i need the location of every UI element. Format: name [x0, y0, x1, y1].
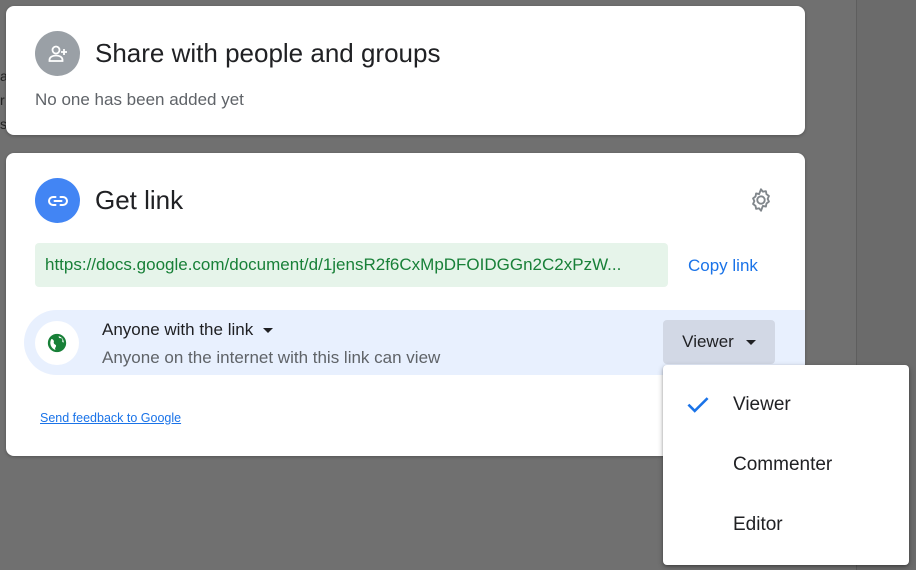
- share-card-title: Share with people and groups: [95, 38, 441, 68]
- link-icon: [35, 178, 80, 223]
- caret-down-icon: [745, 339, 756, 345]
- no-people-message: No one has been added yet: [35, 90, 244, 109]
- globe-icon: [35, 321, 79, 365]
- role-dropdown-button[interactable]: Viewer: [663, 320, 775, 364]
- link-access-dropdown[interactable]: Anyone with the link: [102, 320, 274, 340]
- share-url-field[interactable]: https://docs.google.com/document/d/1jens…: [35, 243, 668, 287]
- share-people-card: Share with people and groups No one has …: [6, 6, 805, 135]
- role-option-editor[interactable]: Editor: [663, 495, 909, 555]
- role-option-label: Viewer: [733, 394, 791, 415]
- link-access-description: Anyone on the internet with this link ca…: [102, 348, 441, 367]
- role-option-label: Editor: [733, 514, 783, 535]
- background-text-fragment: r: [0, 92, 5, 108]
- role-option-label: Commenter: [733, 454, 833, 475]
- role-option-viewer[interactable]: Viewer: [663, 375, 909, 435]
- get-link-title: Get link: [95, 185, 184, 215]
- caret-down-icon: [263, 327, 274, 333]
- copy-link-button[interactable]: Copy link: [688, 256, 758, 276]
- share-url-text: https://docs.google.com/document/d/1jens…: [45, 255, 622, 274]
- checkmark-icon: [685, 392, 711, 423]
- send-feedback-link[interactable]: Send feedback to Google: [40, 411, 181, 425]
- link-access-title: Anyone with the link: [102, 320, 254, 339]
- role-option-commenter[interactable]: Commenter: [663, 435, 909, 495]
- add-person-icon: [35, 31, 80, 76]
- role-dropdown-label: Viewer: [682, 332, 734, 351]
- gear-icon[interactable]: [745, 184, 777, 216]
- role-menu: Viewer Commenter Editor: [663, 365, 909, 565]
